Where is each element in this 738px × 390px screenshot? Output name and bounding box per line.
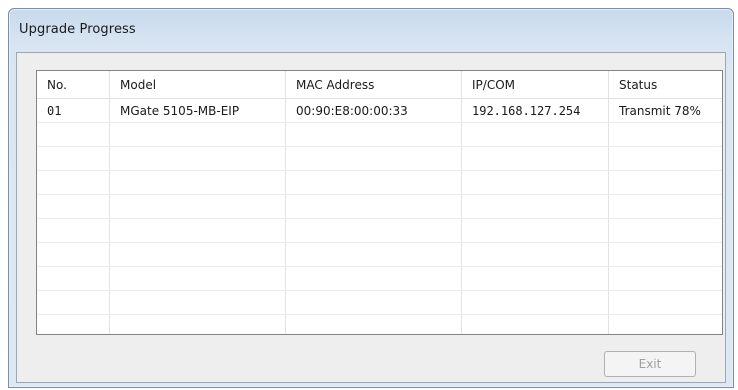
column-header-status[interactable]: Status	[608, 71, 722, 99]
table-header-row: No. Model MAC Address IP/COM Status	[37, 71, 722, 99]
dialog-title: Upgrade Progress	[19, 22, 136, 37]
cell-mac-address: 00:90:E8:00:00:33	[285, 98, 462, 123]
column-header-ip-com[interactable]: IP/COM	[461, 71, 609, 99]
column-header-mac-address[interactable]: MAC Address	[285, 71, 462, 99]
title-bar[interactable]: Upgrade Progress	[9, 9, 733, 49]
cell-ip-com: 192.168.127.254	[461, 98, 609, 123]
column-header-no[interactable]: No.	[37, 71, 110, 99]
device-table: No. Model MAC Address IP/COM Status 01 M…	[37, 71, 722, 334]
cell-status: Transmit 78%	[608, 98, 722, 123]
empty-row	[37, 218, 722, 243]
upgrade-progress-dialog: Upgrade Progress No. Model MAC Address I…	[8, 8, 734, 388]
empty-row	[37, 194, 722, 219]
empty-row	[37, 314, 722, 334]
column-header-model[interactable]: Model	[109, 71, 286, 99]
empty-row	[37, 170, 722, 195]
empty-row	[37, 290, 722, 315]
cell-model: MGate 5105-MB-EIP	[109, 98, 286, 123]
empty-row	[37, 242, 722, 267]
empty-row	[37, 266, 722, 291]
exit-button[interactable]: Exit	[604, 351, 696, 377]
cell-no: 01	[37, 98, 110, 123]
empty-row	[37, 122, 722, 147]
device-list: No. Model MAC Address IP/COM Status 01 M…	[36, 70, 723, 335]
table-row[interactable]: 01 MGate 5105-MB-EIP 00:90:E8:00:00:33 1…	[37, 98, 722, 123]
empty-row	[37, 146, 722, 171]
dialog-body: No. Model MAC Address IP/COM Status 01 M…	[16, 52, 726, 383]
